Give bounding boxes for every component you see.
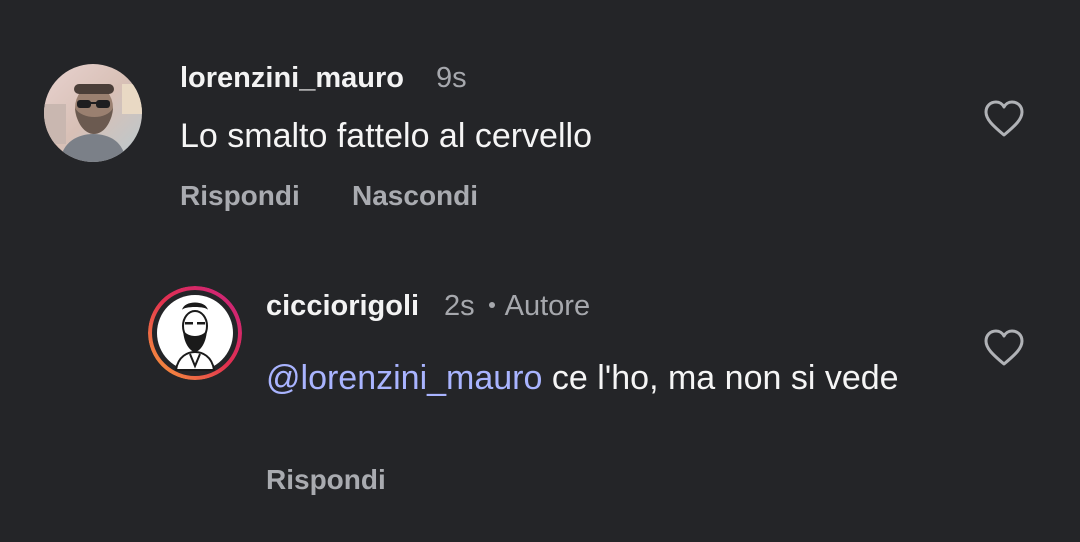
heart-outline-icon[interactable] [982,326,1026,370]
avatar[interactable] [44,64,142,162]
separator-dot [488,302,495,309]
user-photo-avatar-icon [44,64,142,162]
avatar[interactable] [148,286,242,380]
reply-button[interactable]: Rispondi [266,464,386,496]
comment-meta: 2s Autore [444,290,590,323]
comment-body: ce l'ho, ma non si vede [542,359,899,397]
bearded-man-illustration-avatar-icon [148,286,242,380]
comment-username[interactable]: lorenzini_mauro [180,62,404,95]
author-badge: Autore [504,290,591,322]
reply-button[interactable]: Rispondi [180,180,300,212]
comment-username[interactable]: cicciorigoli [266,290,419,323]
comment-timestamp: 2s [444,290,475,322]
comment-text: @lorenzini_mauro ce l'ho, ma non si vede [266,355,906,401]
comment-item: lorenzini_mauro 9s Lo smalto fattelo al … [0,0,1080,230]
hide-button[interactable]: Nascondi [352,180,478,212]
user-mention-link[interactable]: @lorenzini_mauro [266,359,542,397]
heart-outline-icon[interactable] [982,97,1026,141]
comment-text: Lo smalto fattelo al cervello [180,117,592,155]
comment-timestamp: 9s [436,62,467,94]
reply-comment-item: cicciorigoli 2s Autore @lorenzini_mauro c… [0,260,1080,542]
